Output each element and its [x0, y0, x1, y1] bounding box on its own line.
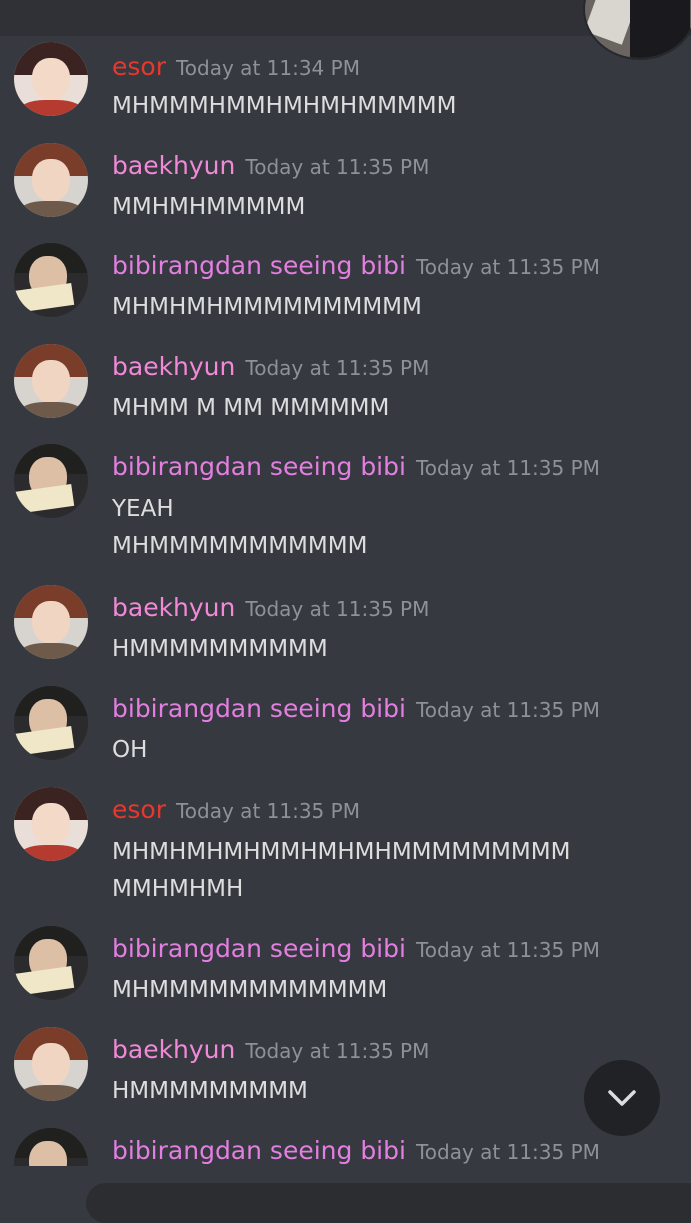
timestamp: Today at 11:34 PM — [175, 56, 360, 80]
author-name[interactable]: baekhyun — [112, 1035, 235, 1064]
timestamp: Today at 11:35 PM — [415, 255, 600, 279]
message-line: MMHMHMMMMM — [112, 194, 306, 220]
message-line: YEAH — [112, 496, 174, 522]
message-line: HMMMMMMMMM — [112, 1078, 308, 1104]
user-avatar[interactable] — [585, 0, 691, 58]
message-line: MHMHMHMHMMHMHMHMMMMMMMMM — [112, 839, 571, 865]
author-name[interactable]: bibirangdan seeing bibi — [112, 452, 406, 481]
message-content: MHMMMMMMMMMMMM — [112, 972, 387, 1009]
author-name[interactable]: esor — [112, 52, 166, 81]
message-content: OH — [112, 732, 147, 769]
message-content: MHMM M MM MMMMMM — [112, 390, 389, 427]
timestamp: Today at 11:35 PM — [415, 938, 600, 962]
message-content: MHMMMHMMHMHMHMMMMM — [112, 88, 456, 125]
message-header: baekhyun Today at 11:35 PM — [112, 151, 429, 180]
message-line: OH — [112, 737, 148, 763]
message-line: MHMHMHMMMMMMMMMM — [112, 294, 422, 320]
timestamp: Today at 11:35 PM — [245, 356, 430, 380]
message-header: bibirangdan seeing bibi Today at 11:35 PM — [112, 1136, 600, 1165]
message-line: MHMMMMMMMMMMMM — [112, 977, 388, 1003]
message-header: bibirangdan seeing bibi Today at 11:35 PM — [112, 452, 600, 481]
message-line: MHMMMHMMHMHMHMMMMM — [112, 93, 457, 119]
message-content: YEAH MHMMMMMMMMMMM — [112, 491, 367, 565]
message-header: baekhyun Today at 11:35 PM — [112, 1035, 429, 1064]
avatar[interactable] — [14, 444, 88, 518]
avatar[interactable] — [14, 686, 88, 760]
message-header: esor Today at 11:34 PM — [112, 52, 360, 81]
timestamp: Today at 11:35 PM — [245, 597, 430, 621]
message-header: bibirangdan seeing bibi Today at 11:35 PM — [112, 251, 600, 280]
message-content: HMMMMMMMMM — [112, 1073, 308, 1110]
author-name[interactable]: baekhyun — [112, 593, 235, 622]
author-name[interactable]: bibirangdan seeing bibi — [112, 1136, 406, 1165]
message-header: esor Today at 11:35 PM — [112, 795, 360, 824]
avatar[interactable] — [14, 243, 88, 317]
timestamp: Today at 11:35 PM — [415, 698, 600, 722]
timestamp: Today at 11:35 PM — [245, 155, 430, 179]
message-line: MMHMHMH — [112, 876, 244, 902]
timestamp: Today at 11:35 PM — [175, 799, 360, 823]
message-content: MHMHMHMMMMMMMMMM — [112, 289, 422, 326]
message-line: MHMM M MM MMMMMM — [112, 395, 390, 421]
timestamp: Today at 11:35 PM — [415, 1140, 600, 1164]
author-name[interactable]: esor — [112, 795, 166, 824]
message-input-bar[interactable] — [86, 1183, 691, 1223]
message-header: bibirangdan seeing bibi Today at 11:35 PM — [112, 694, 600, 723]
message-content: MMHMHMMMMM — [112, 189, 305, 226]
author-name[interactable]: baekhyun — [112, 151, 235, 180]
avatar[interactable] — [14, 926, 88, 1000]
message-line: HMMMMMMMMMM — [112, 636, 328, 662]
chevron-down-icon — [608, 1090, 636, 1106]
author-name[interactable]: baekhyun — [112, 352, 235, 381]
message-content: MHMHMHMHMMHMHMHMMMMMMMMM MMHMHMH — [112, 834, 570, 908]
avatar[interactable] — [14, 42, 88, 116]
message-header: baekhyun Today at 11:35 PM — [112, 352, 429, 381]
avatar[interactable] — [14, 143, 88, 217]
message-line: MHMMMMMMMMMMM — [112, 533, 368, 559]
author-name[interactable]: bibirangdan seeing bibi — [112, 251, 406, 280]
avatar[interactable] — [14, 1027, 88, 1101]
message-header: baekhyun Today at 11:35 PM — [112, 593, 429, 622]
timestamp: Today at 11:35 PM — [415, 456, 600, 480]
avatar[interactable] — [14, 1128, 88, 1166]
jump-to-present-button[interactable] — [584, 1060, 660, 1136]
message-header: bibirangdan seeing bibi Today at 11:35 PM — [112, 934, 600, 963]
avatar[interactable] — [14, 344, 88, 418]
message-content: HMMMMMMMMMM — [112, 631, 328, 668]
message: bibirangdan seeing bibi Today at 11:35 PM — [0, 1128, 691, 1166]
author-name[interactable]: bibirangdan seeing bibi — [112, 694, 406, 723]
timestamp: Today at 11:35 PM — [245, 1039, 430, 1063]
avatar[interactable] — [14, 585, 88, 659]
avatar[interactable] — [14, 787, 88, 861]
author-name[interactable]: bibirangdan seeing bibi — [112, 934, 406, 963]
